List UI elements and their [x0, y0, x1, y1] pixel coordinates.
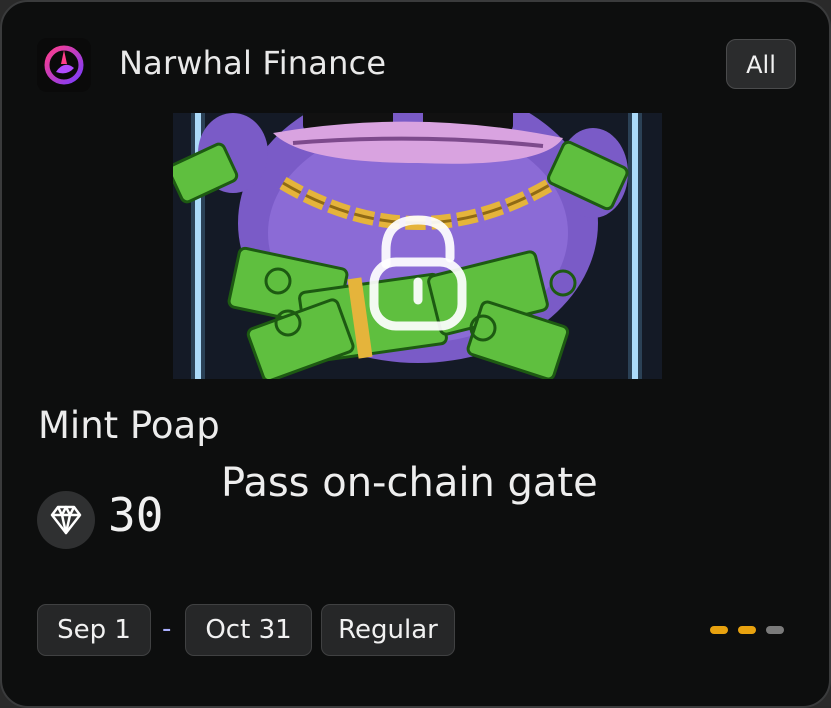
- quest-card[interactable]: Narwhal Finance All Mint Poap 30 Pass on…: [0, 0, 831, 708]
- narwhal-logo-icon: [37, 38, 91, 92]
- reward-points: 30: [108, 488, 164, 542]
- quest-type-chip: Regular: [321, 604, 455, 656]
- start-date-chip: Sep 1: [37, 604, 151, 656]
- requirement-text: Pass on-chain gate: [221, 460, 598, 506]
- quest-title: Mint Poap: [38, 404, 220, 447]
- pagination-dot[interactable]: [710, 626, 728, 634]
- app-name: Narwhal Finance: [119, 44, 387, 82]
- unlock-icon: [368, 212, 468, 332]
- date-separator: -: [162, 614, 172, 644]
- diamond-icon: [37, 491, 95, 549]
- pagination-dot[interactable]: [738, 626, 756, 634]
- pagination-dot[interactable]: [766, 626, 784, 634]
- filter-all-button[interactable]: All: [726, 39, 796, 89]
- pagination-dots[interactable]: [710, 626, 784, 634]
- end-date-chip: Oct 31: [185, 604, 312, 656]
